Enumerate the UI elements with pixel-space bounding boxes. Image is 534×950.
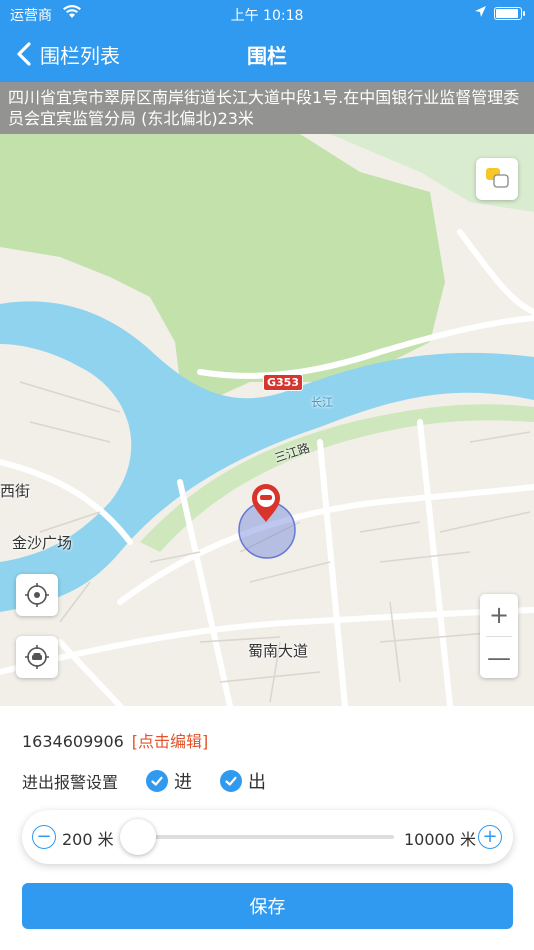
radius-slider-track[interactable] bbox=[138, 835, 394, 839]
zoom-in-button[interactable]: + bbox=[480, 594, 518, 636]
status-time: 上午 10:18 bbox=[230, 8, 304, 24]
exit-alarm-checkbox[interactable]: 出 bbox=[220, 768, 266, 794]
save-button[interactable]: 保存 bbox=[22, 883, 513, 929]
increase-radius-button[interactable]: + bbox=[478, 825, 502, 849]
battery-icon bbox=[494, 7, 525, 20]
enter-alarm-checkbox[interactable]: 进 bbox=[146, 768, 192, 794]
plus-icon: + bbox=[482, 826, 498, 847]
alarm-settings-row: 进出报警设置 进 出 bbox=[22, 768, 266, 794]
edit-fence-link[interactable]: [点击编辑] bbox=[132, 732, 209, 751]
radius-slider-thumb[interactable] bbox=[120, 819, 156, 855]
locate-vehicle-button[interactable] bbox=[16, 636, 58, 678]
alarm-settings-label: 进出报警设置 bbox=[22, 773, 119, 792]
radius-max-label: 10000 米 bbox=[404, 830, 476, 849]
decrease-radius-button[interactable]: − bbox=[32, 825, 56, 849]
zoom-out-button[interactable]: — bbox=[480, 637, 518, 679]
jinsha-square-label: 金沙广场 bbox=[12, 534, 73, 552]
road-badge-g353: G353 bbox=[263, 374, 303, 391]
minus-icon: − bbox=[36, 826, 52, 847]
fence-info-row: 1634609906 [点击编辑] bbox=[22, 728, 208, 752]
layers-icon bbox=[486, 168, 509, 188]
car-target-icon bbox=[25, 645, 49, 669]
radius-slider-card: − 200 米 10000 米 + bbox=[22, 810, 513, 864]
map-view[interactable]: 四川省宜宾市翠屏区南岸街道长江大道中段1号.在中国银行业监督管理委员会宜宾监管分… bbox=[0, 82, 534, 706]
map-canvas bbox=[0, 134, 534, 706]
checkmark-icon bbox=[220, 770, 243, 792]
address-banner: 四川省宜宾市翠屏区南岸街道长江大道中段1号.在中国银行业监督管理委员会宜宾监管分… bbox=[0, 82, 534, 134]
nav-bar: 围栏列表 围栏 bbox=[0, 30, 534, 78]
page-title: 围栏 bbox=[247, 44, 287, 68]
fence-settings-panel: 1634609906 [点击编辑] 进出报警设置 进 出 − 200 米 1000… bbox=[0, 706, 534, 950]
checkmark-icon bbox=[146, 770, 169, 792]
enter-alarm-label: 进 bbox=[174, 772, 193, 793]
crosshair-icon bbox=[25, 583, 49, 607]
top-bar: 运营商 上午 10:18 围栏列表 围栏 bbox=[0, 0, 534, 82]
west-street-label: 西街 bbox=[0, 482, 31, 500]
exit-alarm-label: 出 bbox=[248, 772, 267, 793]
river-label: 长江 bbox=[311, 396, 333, 409]
zoom-control: + — bbox=[480, 594, 518, 678]
fence-id: 1634609906 bbox=[22, 732, 124, 751]
radius-min-label: 200 米 bbox=[62, 830, 114, 849]
locate-me-button[interactable] bbox=[16, 574, 58, 616]
status-bar: 运营商 上午 10:18 bbox=[0, 0, 534, 28]
map-layer-button[interactable] bbox=[476, 158, 518, 200]
shunan-avenue-label: 蜀南大道 bbox=[248, 642, 309, 660]
location-arrow-icon bbox=[474, 5, 487, 22]
